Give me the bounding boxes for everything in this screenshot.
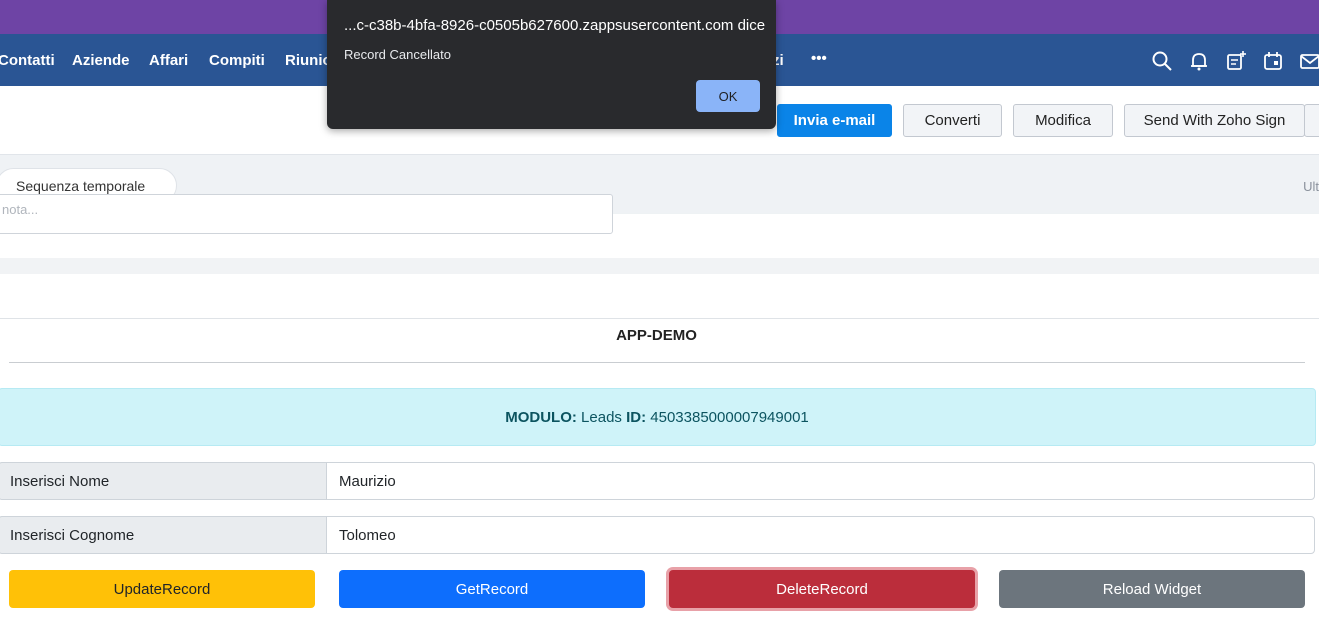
nav-item-compiti[interactable]: Compiti	[209, 52, 265, 69]
note-placeholder: nota...	[2, 202, 39, 217]
id-label: ID:	[626, 408, 647, 426]
add-note-icon[interactable]	[1225, 50, 1247, 72]
widget-panel: APP-DEMO MODULO: Leads ID: 4503385000007…	[0, 274, 1319, 618]
convert-button[interactable]: Converti	[903, 104, 1002, 137]
divider	[0, 318, 1319, 319]
last-name-row: Inserisci Cognome Tolomeo	[0, 516, 1317, 554]
first-name-row: Inserisci Nome Maurizio	[0, 462, 1317, 500]
id-value: 4503385000007949001	[650, 408, 809, 426]
calendar-icon[interactable]	[1262, 50, 1284, 72]
mail-icon[interactable]	[1299, 50, 1319, 72]
last-name-input[interactable]: Tolomeo	[326, 516, 1315, 554]
delete-record-button[interactable]: DeleteRecord	[669, 570, 975, 608]
dialog-title: ...c-c38b-4bfa-8926-c0505b627600.zappsus…	[344, 17, 766, 34]
alert-dialog: ...c-c38b-4bfa-8926-c0505b627600.zappsus…	[327, 0, 776, 129]
send-with-zoho-sign-button[interactable]: Send With Zoho Sign	[1124, 104, 1305, 137]
note-input[interactable]	[0, 194, 613, 234]
edit-button[interactable]: Modifica	[1013, 104, 1113, 137]
module-label: MODULO:	[505, 408, 577, 426]
get-record-button[interactable]: GetRecord	[339, 570, 645, 608]
module-info-alert: MODULO: Leads ID: 4503385000007949001	[0, 388, 1316, 446]
bell-icon[interactable]	[1188, 50, 1210, 72]
nav-item-aziende[interactable]: Aziende	[72, 52, 130, 69]
module-value: Leads	[581, 408, 622, 426]
reload-widget-button[interactable]: Reload Widget	[999, 570, 1305, 608]
divider	[9, 362, 1305, 363]
nav-item-riunioni[interactable]: Riunio	[285, 52, 332, 69]
more-icon[interactable]: •••	[811, 50, 827, 67]
widget-title: APP-DEMO	[616, 327, 697, 344]
first-name-label: Inserisci Nome	[0, 462, 327, 500]
section-separator	[0, 258, 1319, 274]
sort-label[interactable]: Ult	[1303, 179, 1319, 194]
note-area: nota...	[0, 194, 1319, 258]
last-name-label: Inserisci Cognome	[0, 516, 327, 554]
nav-item-contatti[interactable]: Contatti	[0, 52, 55, 69]
update-record-button[interactable]: UpdateRecord	[9, 570, 315, 608]
send-email-button[interactable]: Invia e-mail	[777, 104, 892, 137]
nav-item-affari[interactable]: Affari	[149, 52, 188, 69]
first-name-input[interactable]: Maurizio	[326, 462, 1315, 500]
search-icon[interactable]	[1151, 50, 1173, 72]
more-actions-button[interactable]	[1304, 104, 1319, 137]
dialog-message: Record Cancellato	[344, 47, 451, 62]
dialog-ok-button[interactable]: OK	[696, 80, 760, 112]
